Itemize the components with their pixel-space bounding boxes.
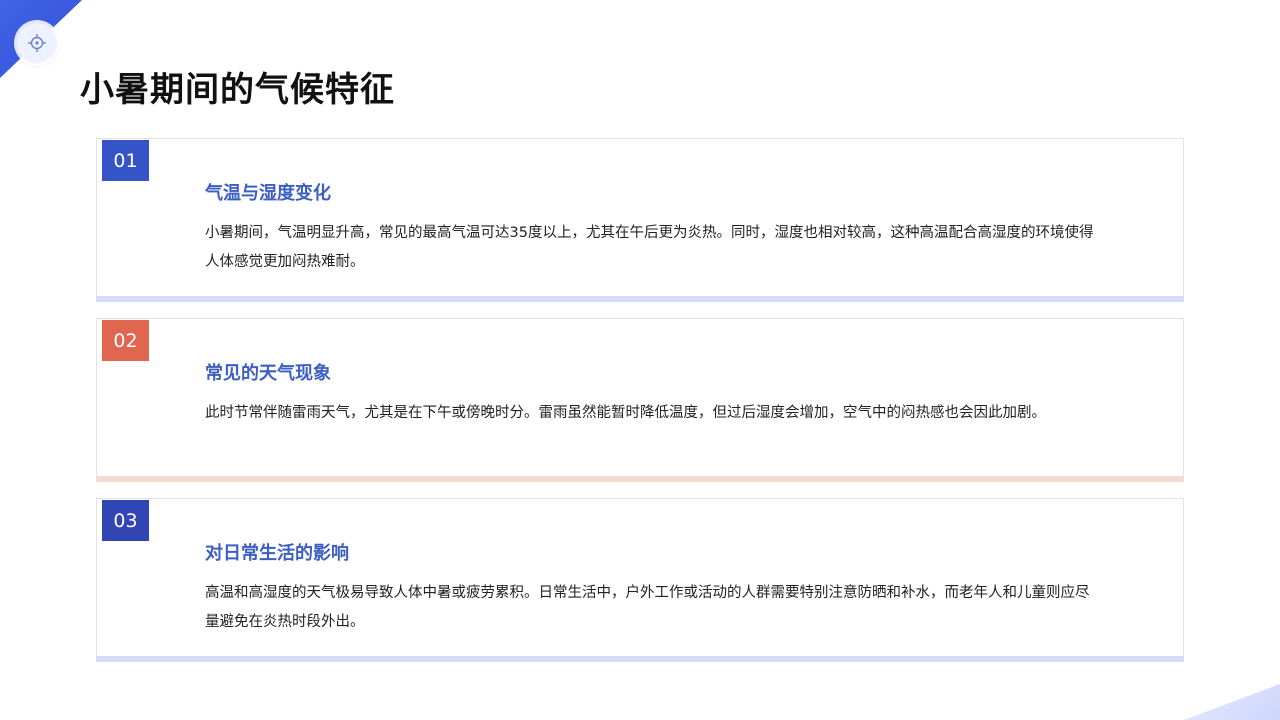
card-number-badge: 01: [102, 140, 149, 181]
card-bottom-bar: [96, 656, 1184, 662]
card-body-text: 小暑期间，气温明显升高，常见的最高气温可达35度以上，尤其在午后更为炎热。同时，…: [205, 225, 1094, 270]
logo-badge: [17, 23, 57, 63]
card-body-text: 此时节常伴随雷雨天气，尤其是在下午或傍晚时分。雷雨虽然能暂时降低温度，但过后湿度…: [205, 405, 1046, 421]
card-number-badge: 02: [102, 320, 149, 361]
page-title: 小暑期间的气候特征: [80, 70, 395, 110]
card-heading: 对日常生活的影响: [205, 543, 349, 564]
corner-decoration-bottom-right: [1184, 684, 1280, 720]
feature-card-2: 02 常见的天气现象 此时节常伴随雷雨天气，尤其是在下午或傍晚时分。雷雨虽然能暂…: [96, 318, 1184, 482]
card-body-text: 高温和高湿度的天气极易导致人体中暑或疲劳累积。日常生活中，户外工作或活动的人群需…: [205, 585, 1090, 630]
target-icon: [28, 34, 46, 52]
feature-card-3: 03 对日常生活的影响 高温和高湿度的天气极易导致人体中暑或疲劳累积。日常生活中…: [96, 498, 1184, 662]
card-bottom-bar: [96, 296, 1184, 302]
feature-card-1: 01 气温与湿度变化 小暑期间，气温明显升高，常见的最高气温可达35度以上，尤其…: [96, 138, 1184, 302]
card-number-badge: 03: [102, 500, 149, 541]
card-bottom-bar: [96, 476, 1184, 482]
card-heading: 气温与湿度变化: [205, 183, 331, 204]
card-heading: 常见的天气现象: [205, 363, 331, 384]
